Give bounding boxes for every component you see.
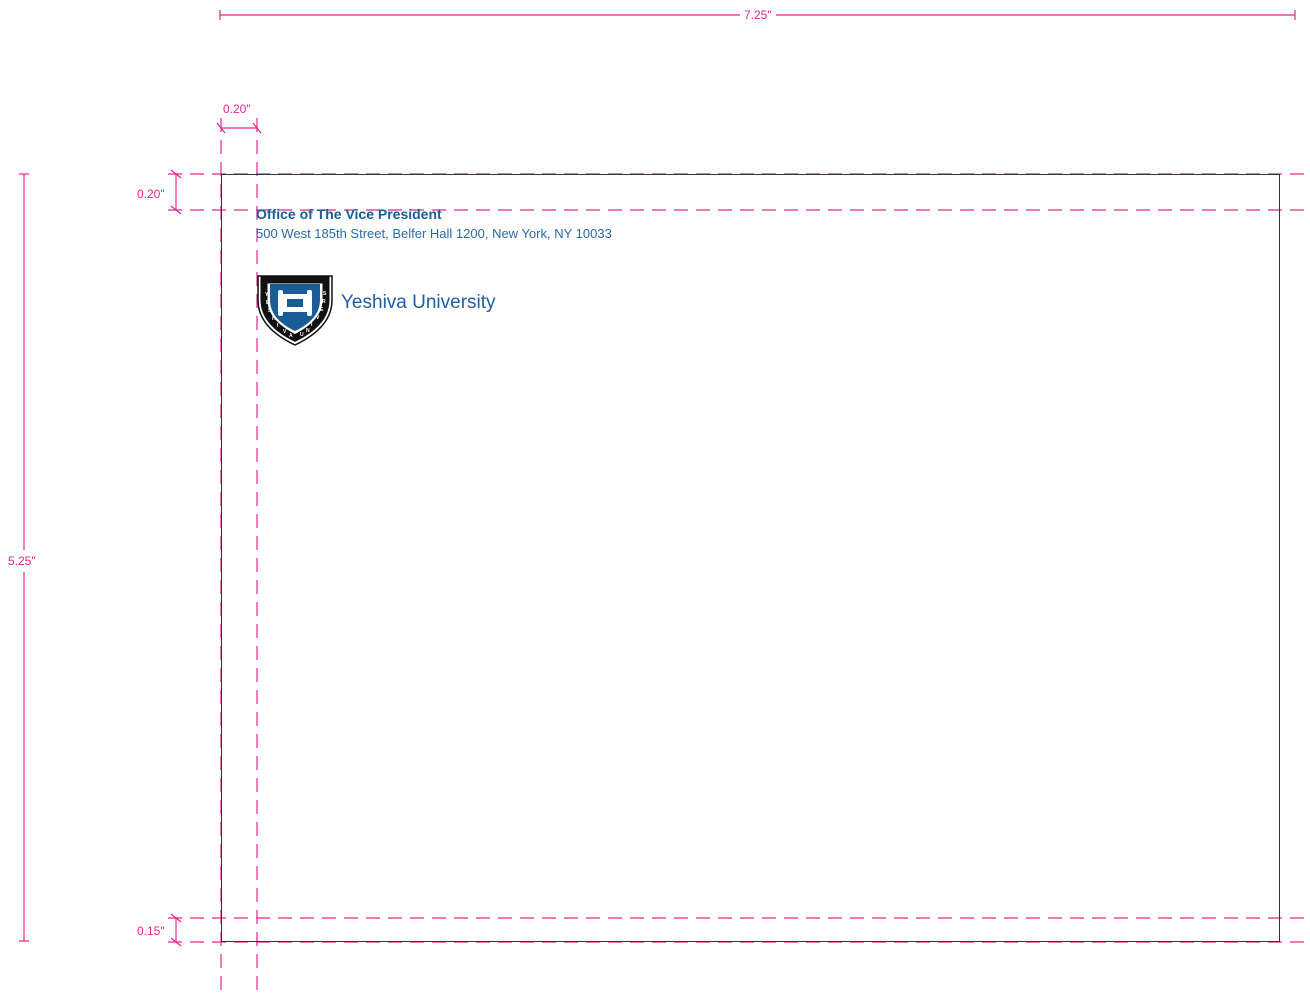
university-seal-icon: YES HIV A UNI VER S	[257, 275, 333, 346]
svg-text:A: A	[289, 333, 293, 339]
svg-text:U: U	[300, 332, 304, 338]
height-dimension-label: 5.25"	[8, 550, 36, 572]
office-address: 500 West 185th Street, Belfer Hall 1200,…	[256, 226, 612, 241]
university-wordmark: Yeshiva University	[341, 292, 496, 313]
svg-text:H: H	[272, 316, 276, 322]
width-dimension-label: 7.25"	[740, 8, 776, 22]
svg-text:N: N	[306, 328, 310, 334]
bottom-margin-label: 0.15"	[137, 924, 165, 938]
top-margin-label: 0.20"	[137, 187, 165, 201]
left-margin-label: 0.20"	[223, 102, 251, 116]
envelope-outline	[221, 174, 1280, 942]
office-title: Office of The Vice President	[256, 206, 442, 222]
svg-text:R: R	[322, 299, 326, 305]
